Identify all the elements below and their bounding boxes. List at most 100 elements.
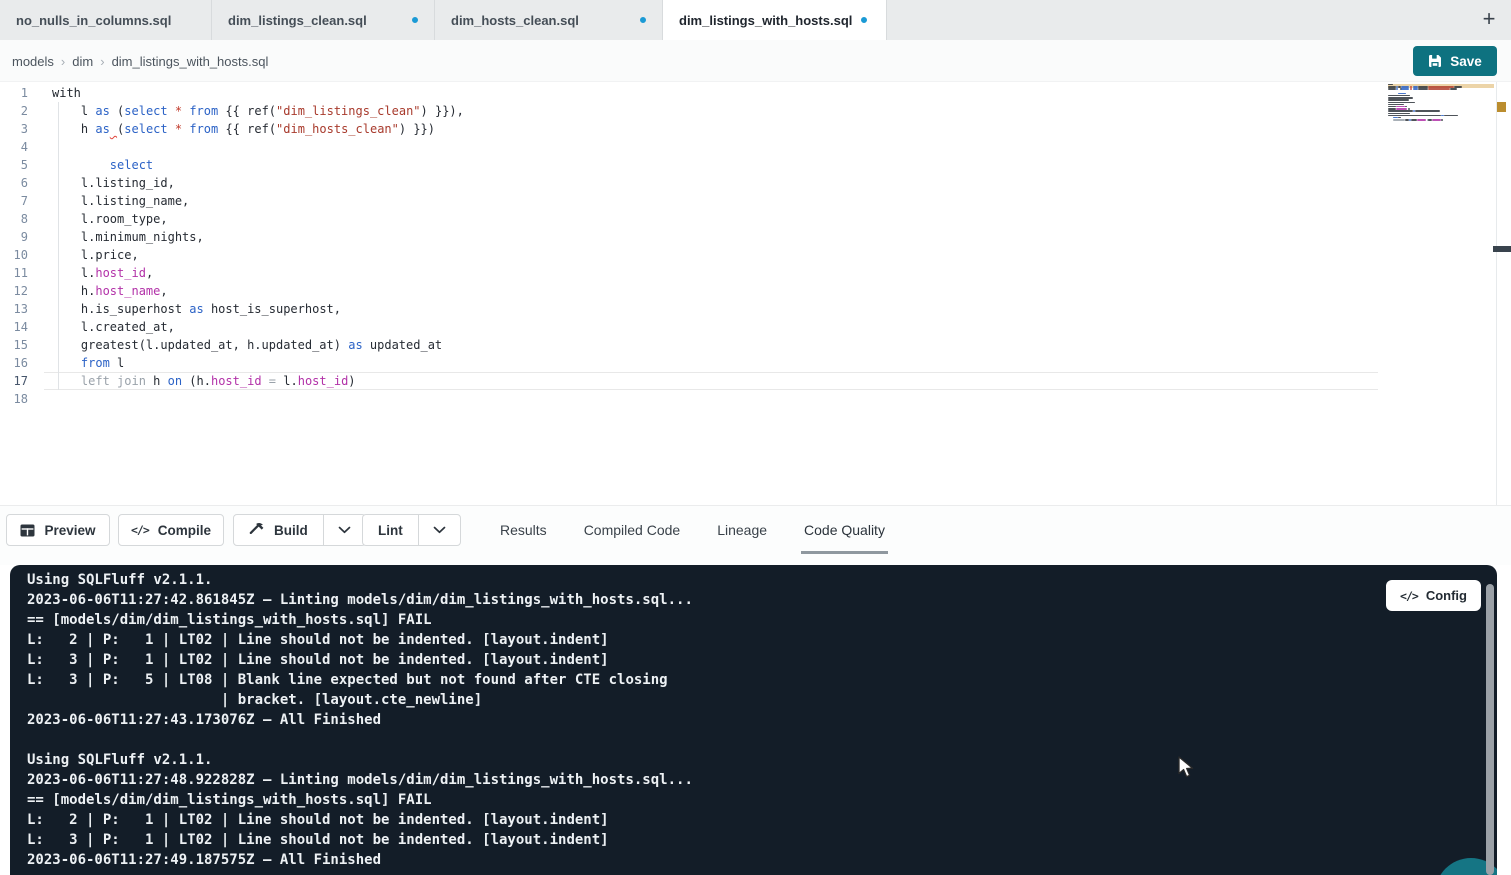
code-line	[52, 138, 464, 156]
terminal-scrollbar[interactable]	[1486, 584, 1494, 875]
minimap-line	[1408, 108, 1410, 109]
minimap-line	[1388, 115, 1441, 116]
preview-button[interactable]: Preview	[6, 514, 110, 546]
minimap-line	[1388, 102, 1415, 103]
minimap-line	[1396, 108, 1408, 109]
lint-dropdown-button[interactable]	[418, 515, 460, 545]
editor-tab[interactable]: dim_listings_with_hosts.sql	[663, 0, 887, 40]
config-button-label: Config	[1426, 588, 1467, 603]
panel-tab-compiled-code[interactable]: Compiled Code	[581, 506, 684, 554]
editor-tab[interactable]: no_nulls_in_columns.sql	[0, 0, 212, 40]
save-icon	[1428, 54, 1442, 68]
build-split-button: Build	[233, 514, 366, 546]
build-button[interactable]: Build	[234, 515, 323, 545]
tab-bar: no_nulls_in_columns.sql dim_listings_clea…	[0, 0, 1511, 40]
compile-button[interactable]: </> Compile	[118, 514, 224, 546]
terminal-line: L: 3 | P: 1 | LT02 | Line should not be …	[27, 830, 693, 850]
line-number: 7	[0, 192, 28, 210]
line-number: 2	[0, 102, 28, 120]
minimap-line	[1410, 88, 1412, 89]
terminal-line: 2023-06-06T11:27:42.861845Z — Linting mo…	[27, 590, 693, 610]
breadcrumb-chevron-icon: ›	[61, 54, 65, 69]
minimap-line	[1388, 84, 1393, 85]
minimap-line	[1388, 106, 1396, 107]
code-line: l.minimum_nights,	[52, 228, 464, 246]
code-line: select	[52, 156, 464, 174]
editor-tab[interactable]: dim_hosts_clean.sql	[435, 0, 663, 40]
minimap-line	[1388, 95, 1410, 96]
minimap-line	[1388, 108, 1396, 109]
minimap-line	[1418, 86, 1428, 87]
line-number: 11	[0, 264, 28, 282]
save-button[interactable]: Save	[1413, 46, 1497, 76]
minimap-line	[1398, 117, 1401, 118]
code-line: with	[52, 84, 464, 102]
code-line: l.room_type,	[52, 210, 464, 228]
minimap-line	[1432, 119, 1441, 120]
line-number: 9	[0, 228, 28, 246]
compile-button-label: Compile	[158, 523, 211, 538]
overview-ruler-warning-marker	[1497, 102, 1506, 112]
code-line: l as (select * from {{ ref("dim_listings…	[52, 102, 464, 120]
modified-indicator-icon	[412, 17, 418, 23]
line-number: 10	[0, 246, 28, 264]
terminal-line: == [models/dim/dim_listings_with_hosts.s…	[27, 790, 693, 810]
breadcrumb-segment: dim_listings_with_hosts.sql	[112, 54, 269, 69]
panel-tab-code-quality[interactable]: Code Quality	[801, 506, 888, 554]
panel-tab-results[interactable]: Results	[497, 506, 550, 554]
config-button[interactable]: </> Config	[1386, 580, 1481, 611]
minimap-line	[1405, 106, 1407, 107]
editor-tab[interactable]: dim_listings_clean.sql	[212, 0, 435, 40]
minimap-line	[1454, 86, 1462, 87]
minimap-line	[1401, 88, 1409, 89]
breadcrumb-segment: models	[12, 54, 54, 69]
code-line: from l	[52, 354, 464, 372]
minimap-line	[1410, 86, 1412, 87]
hammer-icon	[249, 522, 265, 538]
code-line: l.host_id,	[52, 264, 464, 282]
code-line	[52, 390, 464, 408]
code-line: left join h on (h.host_id = l.host_id)	[52, 372, 464, 390]
breadcrumb-row: models›dim›dim_listings_with_hosts.sql S…	[0, 40, 1511, 82]
minimap-line	[1450, 88, 1457, 89]
panel-tab-lineage[interactable]: Lineage	[714, 506, 770, 554]
tab-label: dim_hosts_clean.sql	[451, 13, 579, 28]
line-number: 14	[0, 318, 28, 336]
lint-button[interactable]: Lint	[363, 515, 418, 545]
save-button-label: Save	[1450, 54, 1482, 69]
terminal-line: L: 2 | P: 1 | LT02 | Line should not be …	[27, 810, 693, 830]
minimap-line	[1388, 113, 1410, 114]
minimap[interactable]	[1388, 84, 1483, 214]
code-line: l.listing_name,	[52, 192, 464, 210]
lint-split-button: Lint	[362, 514, 461, 546]
tab-label: dim_listings_with_hosts.sql	[679, 13, 852, 28]
minimap-line	[1396, 88, 1399, 89]
terminal-line: L: 2 | P: 1 | LT02 | Line should not be …	[27, 630, 693, 650]
minimap-line	[1418, 88, 1428, 89]
code-line: l.listing_id,	[52, 174, 464, 192]
line-number: 6	[0, 174, 28, 192]
minimap-line	[1428, 86, 1454, 87]
line-number: 4	[0, 138, 28, 156]
line-number: 5	[0, 156, 28, 174]
new-tab-button[interactable]: +	[1475, 5, 1503, 33]
line-number: 16	[0, 354, 28, 372]
code-line: greatest(l.updated_at, h.updated_at) as …	[52, 336, 464, 354]
terminal-line: | bracket. [layout.cte_newline]	[27, 690, 693, 710]
code-editor[interactable]: 123456789101112131415161718 with l as (s…	[0, 82, 1511, 505]
table-icon	[20, 524, 35, 537]
line-number: 17	[0, 372, 28, 390]
terminal-line: 2023-06-06T11:27:43.173076Z — All Finish…	[27, 710, 693, 730]
terminal-line: Using SQLFluff v2.1.1.	[27, 750, 693, 770]
code-line: h.is_superhost as host_is_superhost,	[52, 300, 464, 318]
minimap-line	[1411, 119, 1416, 120]
minimap-line	[1398, 93, 1406, 94]
terminal-line: Using SQLFluff v2.1.1.	[27, 570, 693, 590]
tab-label: dim_listings_clean.sql	[228, 13, 367, 28]
minimap-line	[1388, 104, 1404, 105]
terminal-output: Using SQLFluff v2.1.1.2023-06-06T11:27:4…	[27, 570, 693, 870]
build-dropdown-button[interactable]	[323, 515, 365, 545]
minimap-line	[1441, 119, 1443, 120]
minimap-line	[1388, 97, 1413, 98]
line-number: 12	[0, 282, 28, 300]
